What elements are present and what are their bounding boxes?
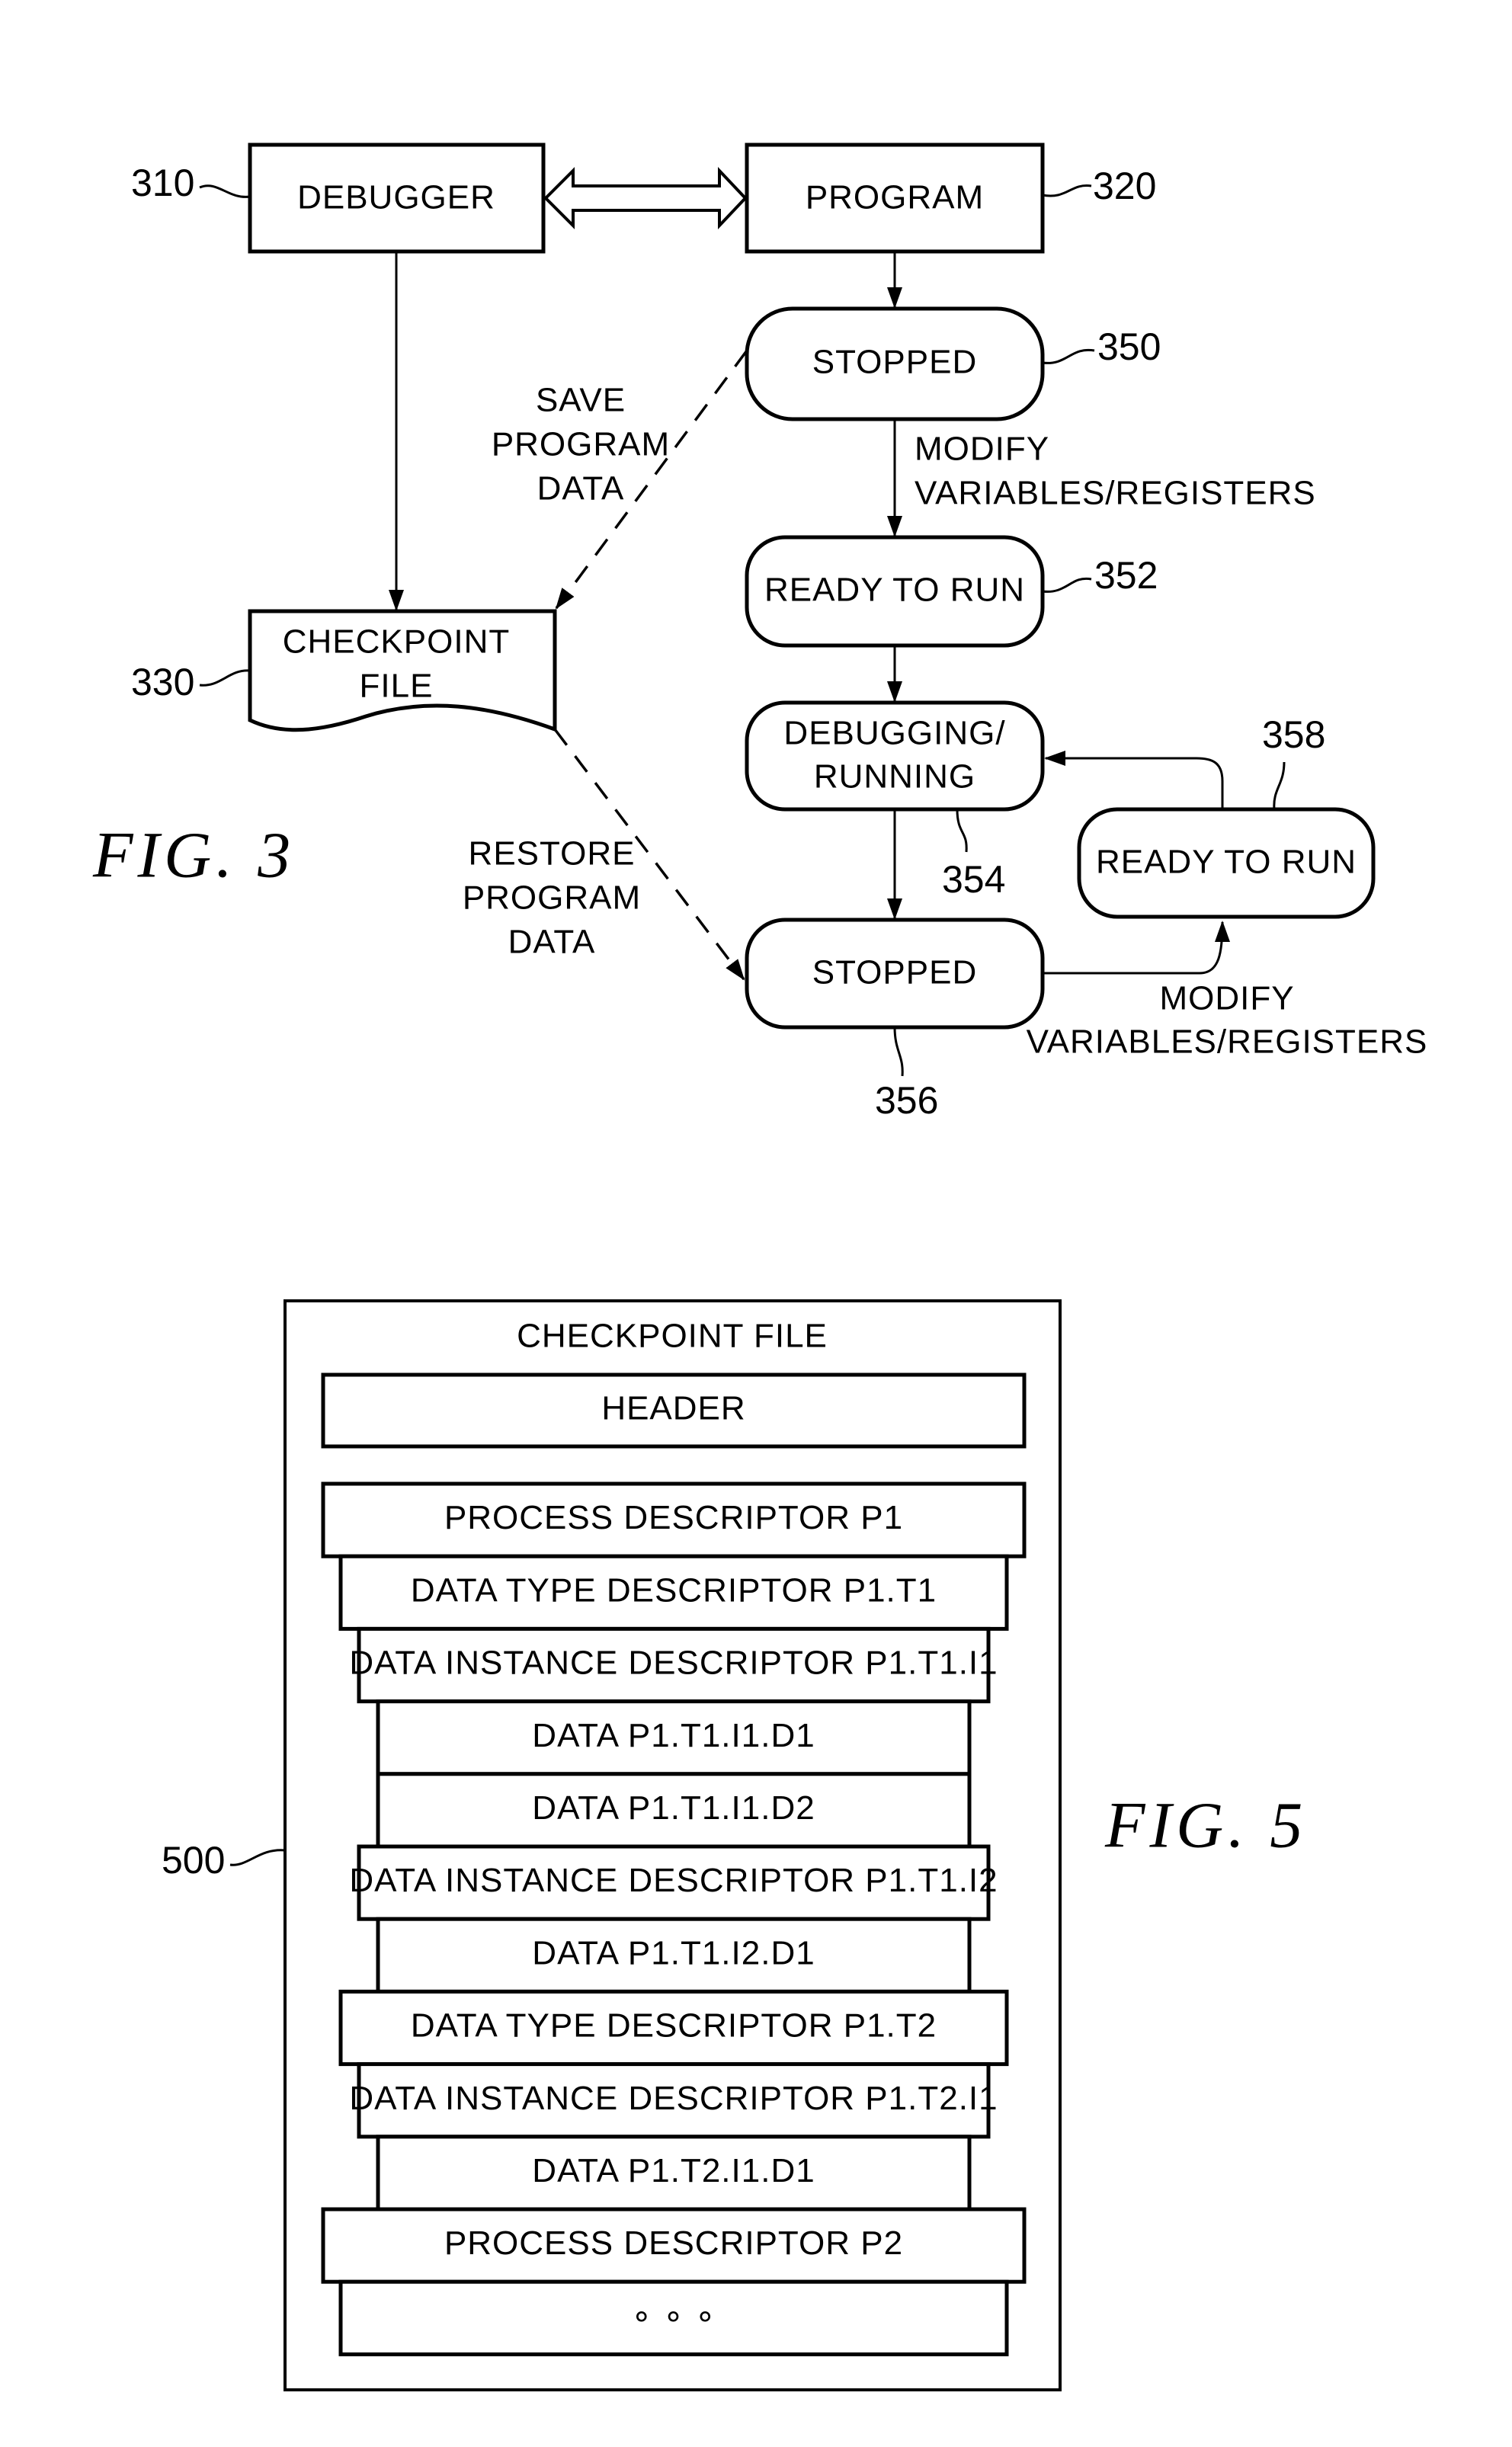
- save-label-line1: SAVE: [536, 382, 626, 419]
- leader-500: [229, 1849, 286, 1866]
- debugging-label-line1: DEBUGGING/: [783, 715, 1005, 752]
- program-label: PROGRAM: [806, 179, 984, 216]
- fig3: DEBUGGER 310 PROGRAM 320 STOPPED 350 MOD…: [92, 143, 1428, 1122]
- stopped-to-ready-358-arrow: [1043, 921, 1230, 975]
- record-row-label: DATA P1.T1.I1.D2: [532, 1789, 815, 1827]
- checkpoint-label-line2: FILE: [360, 668, 434, 705]
- ref-320: 320: [1093, 165, 1156, 207]
- restore-label-line1: RESTORE: [469, 835, 636, 873]
- save-label-line2: PROGRAM: [492, 426, 670, 463]
- ref-330: 330: [131, 661, 194, 703]
- ready-node-358: READY TO RUN: [1077, 807, 1376, 919]
- checkpoint-file-node-330: CHECKPOINT FILE: [248, 609, 557, 732]
- record-row-label: DATA TYPE DESCRIPTOR P1.T1: [411, 1571, 937, 1609]
- leader-320: [1042, 184, 1092, 197]
- restore-label-line2: PROGRAM: [463, 879, 641, 917]
- header-label: HEADER: [601, 1390, 745, 1427]
- stopped-label-356: STOPPED: [812, 954, 977, 991]
- leader-356: [893, 1027, 904, 1077]
- patent-drawing-sheet: DEBUGGER 310 PROGRAM 320 STOPPED 350 MOD…: [0, 0, 1512, 2447]
- record-row-label: DATA INSTANCE DESCRIPTOR P1.T2.I1: [349, 2080, 998, 2117]
- record-row-label: DATA P1.T2.I1.D1: [532, 2152, 815, 2189]
- stopped-node-350: STOPPED: [745, 306, 1045, 421]
- diagram-svg: DEBUGGER 310 PROGRAM 320 STOPPED 350 MOD…: [92, 143, 1428, 2391]
- ref-358: 358: [1262, 713, 1325, 756]
- modify-label-bottom-line1: MODIFY: [1159, 980, 1294, 1017]
- debugger-node: DEBUGGER: [248, 143, 546, 254]
- leader-358: [1273, 761, 1286, 810]
- ready-label-358: READY TO RUN: [1096, 844, 1357, 881]
- ref-354: 354: [942, 858, 1005, 901]
- fig3-caption: FIG. 3: [92, 818, 295, 892]
- record-row-label: PROCESS DESCRIPTOR P1: [444, 1499, 903, 1536]
- stopped-node-356: STOPPED: [745, 918, 1045, 1030]
- record-row-label: DATA P1.T1.I2.D1: [532, 1934, 815, 1971]
- debugger-label: DEBUGGER: [297, 179, 495, 216]
- leader-350: [1042, 348, 1095, 364]
- ref-500: 500: [162, 1839, 225, 1882]
- fig5: CHECKPOINT FILE HEADER PROCESS DESCRIPTO…: [162, 1299, 1307, 2391]
- ref-352: 352: [1094, 554, 1158, 597]
- leader-352: [1042, 577, 1092, 593]
- restore-label-line3: DATA: [508, 924, 596, 961]
- program-node: PROGRAM: [745, 143, 1045, 254]
- ref-310: 310: [131, 162, 194, 204]
- record-row-label: ∘ ∘ ∘: [631, 2297, 716, 2334]
- bidirectional-arrow-icon: [543, 166, 748, 230]
- leader-330: [199, 669, 251, 687]
- checkpoint-label-line1: CHECKPOINT: [283, 623, 510, 661]
- debugging-node-354: DEBUGGING/ RUNNING: [745, 700, 1045, 812]
- record-row-label: DATA INSTANCE DESCRIPTOR P1.T1.I1: [349, 1645, 998, 1682]
- modify-label-top-line2: VARIABLES/REGISTERS: [915, 475, 1316, 512]
- fig5-caption: FIG. 5: [1104, 1789, 1307, 1862]
- save-label-line3: DATA: [537, 470, 625, 508]
- leader-354: [956, 809, 968, 853]
- record-row-label: PROCESS DESCRIPTOR P2: [444, 2224, 903, 2262]
- record-row-label: DATA P1.T1.I1.D1: [532, 1717, 815, 1754]
- record-row-label: DATA INSTANCE DESCRIPTOR P1.T1.I2: [349, 1862, 998, 1899]
- debugging-label-line2: RUNNING: [814, 758, 975, 796]
- stopped-label-350: STOPPED: [812, 344, 977, 381]
- ref-350: 350: [1097, 325, 1161, 368]
- ready-node-352: READY TO RUN: [745, 535, 1045, 648]
- ref-356: 356: [875, 1079, 938, 1122]
- leader-310: [199, 184, 251, 198]
- ready-label-352: READY TO RUN: [764, 572, 1025, 609]
- record-row-label: DATA TYPE DESCRIPTOR P1.T2: [411, 2007, 937, 2045]
- ready-358-to-debugging-arrow: [1044, 751, 1224, 809]
- modify-label-bottom-line2: VARIABLES/REGISTERS: [1027, 1023, 1428, 1061]
- modify-label-top-line1: MODIFY: [915, 431, 1049, 468]
- record-rows: PROCESS DESCRIPTOR P1 DATA TYPE DESCRIPTO…: [321, 1481, 1027, 2356]
- checkpoint-file-title: CHECKPOINT FILE: [517, 1318, 828, 1355]
